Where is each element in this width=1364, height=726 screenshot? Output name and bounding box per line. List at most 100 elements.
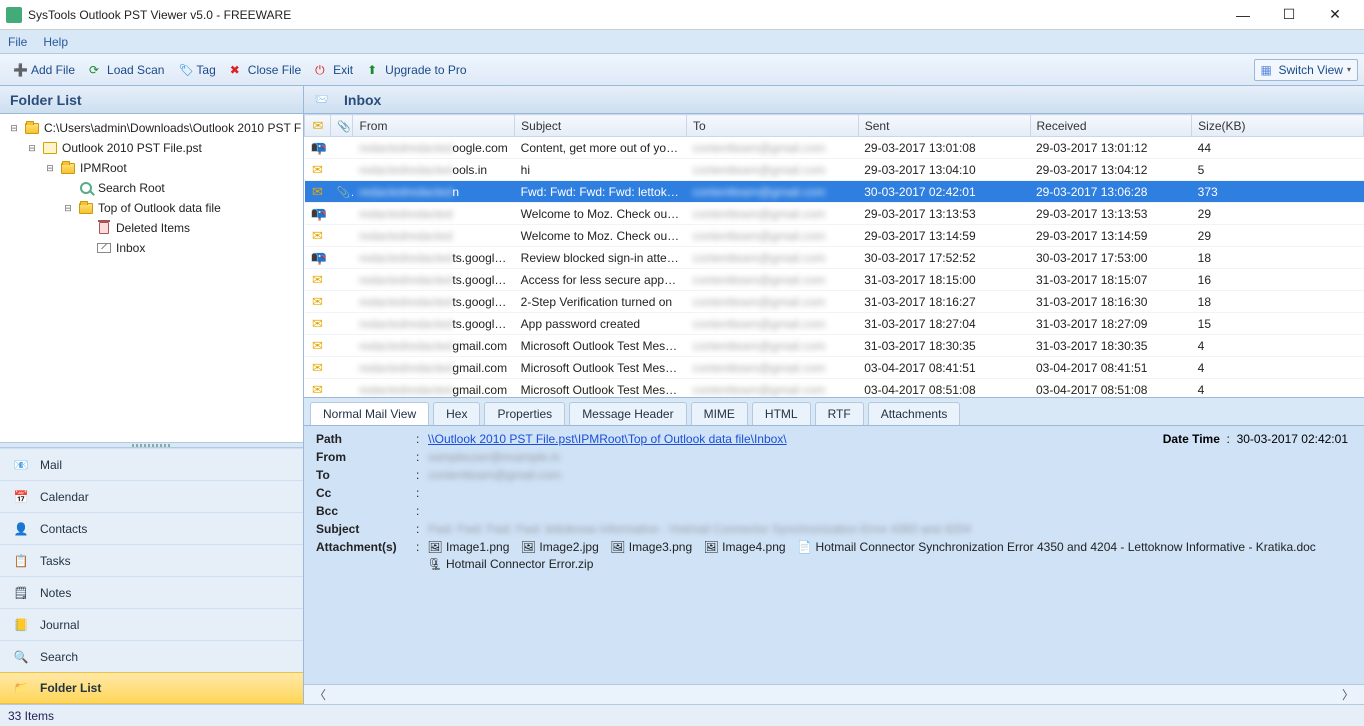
- img-icon: 🖼: [428, 540, 442, 554]
- tree-node[interactable]: ⊟Outlook 2010 PST File.pst: [0, 138, 303, 158]
- menu-help[interactable]: Help: [43, 35, 68, 49]
- cell-sent: 03-04-2017 08:51:08: [858, 379, 1030, 399]
- column-header[interactable]: From: [353, 115, 515, 137]
- upgrade-button[interactable]: ⬆ Upgrade to Pro: [360, 59, 473, 81]
- tree-node[interactable]: ⊟IPMRoot: [0, 158, 303, 178]
- tab-html[interactable]: HTML: [752, 402, 811, 425]
- path-link[interactable]: \\Outlook 2010 PST File.pst\IPMRoot\Top …: [428, 432, 787, 446]
- tree-node[interactable]: ⊟C:\Users\admin\Downloads\Outlook 2010 P…: [0, 118, 303, 138]
- mail-row[interactable]: ✉redactedredactedts.google.c...App passw…: [305, 313, 1364, 335]
- attachment-item[interactable]: 🖼Image1.png: [428, 540, 509, 554]
- load-scan-button[interactable]: ⟳ Load Scan: [82, 59, 171, 81]
- mail-row[interactable]: ✉redactedredactedts.google.c...Access fo…: [305, 269, 1364, 291]
- expand-icon[interactable]: ⊟: [44, 163, 56, 174]
- column-header[interactable]: 📎: [331, 115, 353, 137]
- horizontal-scrollbar[interactable]: 〈 〉: [304, 684, 1364, 704]
- tab-attachments[interactable]: Attachments: [868, 402, 961, 425]
- nav-label: Journal: [40, 618, 79, 632]
- mail-row[interactable]: 📭redactedredactedoogle.comContent, get m…: [305, 137, 1364, 159]
- nav-item-tasks[interactable]: 📋 Tasks: [0, 544, 303, 576]
- expand-icon[interactable]: ⊟: [62, 203, 74, 214]
- attachment-item[interactable]: 🖼Image4.png: [704, 540, 785, 554]
- column-header[interactable]: Received: [1030, 115, 1192, 137]
- cell-sent: 29-03-2017 13:14:59: [858, 225, 1030, 247]
- exit-button[interactable]: ⏻ Exit: [308, 59, 360, 81]
- close-file-button[interactable]: ✖ Close File: [223, 59, 308, 81]
- nav-separator[interactable]: [0, 442, 303, 448]
- tab-properties[interactable]: Properties: [484, 402, 565, 425]
- cell-size: 29: [1192, 203, 1364, 225]
- column-header[interactable]: To: [686, 115, 858, 137]
- left-panel: Folder List ⊟C:\Users\admin\Downloads\Ou…: [0, 86, 304, 704]
- mail-icon: ✉: [311, 338, 325, 354]
- cell-received: 29-03-2017 13:04:12: [1030, 159, 1192, 181]
- mail-row[interactable]: ✉redactedredactedgmail.comMicrosoft Outl…: [305, 357, 1364, 379]
- mail-row[interactable]: ✉redactedredactedWelcome to Moz. Check o…: [305, 225, 1364, 247]
- tab-mime[interactable]: MIME: [691, 402, 748, 425]
- attachment-item[interactable]: 🖼Image3.png: [611, 540, 692, 554]
- column-header[interactable]: Size(KB): [1192, 115, 1364, 137]
- expand-icon[interactable]: ⊟: [8, 123, 20, 134]
- to-value: contentteam@gmail.com: [428, 468, 1352, 482]
- column-header[interactable]: Sent: [858, 115, 1030, 137]
- tab-message-header[interactable]: Message Header: [569, 402, 686, 425]
- notes-icon: 🗒: [12, 585, 30, 601]
- cell-received: 29-03-2017 13:06:28: [1030, 181, 1192, 203]
- cell-to: contentteam@gmail.com: [686, 379, 858, 399]
- tree-node[interactable]: Deleted Items: [0, 218, 303, 238]
- tree-node[interactable]: ⊟Top of Outlook data file: [0, 198, 303, 218]
- maximize-button[interactable]: ☐: [1266, 0, 1312, 30]
- minimize-button[interactable]: —: [1220, 0, 1266, 30]
- mail-icon: ✉: [311, 294, 325, 310]
- attachment-item[interactable]: 📄Hotmail Connector Synchronization Error…: [798, 540, 1316, 554]
- nav-label: Tasks: [40, 554, 71, 568]
- nav-item-search[interactable]: 🔍Search: [0, 640, 303, 672]
- scroll-right-icon[interactable]: 〉: [1342, 686, 1354, 703]
- add-file-button[interactable]: ➕ Add File: [6, 59, 82, 81]
- mail-row[interactable]: ✉redactedredactedts.google.c...2-Step Ve…: [305, 291, 1364, 313]
- mail-grid[interactable]: ✉📎FromSubjectToSentReceivedSize(KB)📭reda…: [304, 114, 1364, 398]
- mail-row[interactable]: ✉redactedredactedgmail.comMicrosoft Outl…: [305, 335, 1364, 357]
- contacts-icon: 👤: [12, 521, 30, 537]
- cell-to: contentteam@gmail.com: [686, 203, 858, 225]
- nav-item-notes[interactable]: 🗒Notes: [0, 576, 303, 608]
- folder-tree[interactable]: ⊟C:\Users\admin\Downloads\Outlook 2010 P…: [0, 114, 303, 442]
- window-title: SysTools Outlook PST Viewer v5.0 - FREEW…: [28, 8, 1220, 22]
- expand-icon[interactable]: ⊟: [26, 143, 38, 154]
- attachment-item[interactable]: 🗜Hotmail Connector Error.zip: [428, 557, 593, 571]
- cell-subject: Welcome to Moz. Check out ...: [515, 225, 687, 247]
- tab-normal-mail-view[interactable]: Normal Mail View: [310, 402, 429, 425]
- mail-row[interactable]: 📭redactedredactedts.google.c...Review bl…: [305, 247, 1364, 269]
- cell-size: 44: [1192, 137, 1364, 159]
- scroll-left-icon[interactable]: 〈: [314, 686, 326, 703]
- switch-view-button[interactable]: ▦ Switch View ▾: [1254, 59, 1359, 81]
- attachment-item[interactable]: 🖼Image2.jpg: [521, 540, 598, 554]
- subject-label: Subject: [316, 522, 416, 536]
- cell-subject: Access for less secure apps h...: [515, 269, 687, 291]
- nav-item-contacts[interactable]: 👤Contacts: [0, 512, 303, 544]
- nav-item-journal[interactable]: 📒Journal: [0, 608, 303, 640]
- folder-icon: [24, 121, 40, 135]
- attachment-name: Hotmail Connector Error.zip: [446, 557, 593, 571]
- tab-hex[interactable]: Hex: [433, 402, 480, 425]
- tree-node[interactable]: Inbox: [0, 238, 303, 258]
- mail-row[interactable]: 📭redactedredactedWelcome to Moz. Check o…: [305, 203, 1364, 225]
- close-button[interactable]: ✕: [1312, 0, 1358, 30]
- detail-tabs: Normal Mail ViewHexPropertiesMessage Hea…: [304, 398, 1364, 426]
- status-item-count: 33 Items: [8, 709, 54, 723]
- nav-item-mail[interactable]: 📧Mail: [0, 448, 303, 480]
- cell-received: 31-03-2017 18:15:07: [1030, 269, 1192, 291]
- tree-node[interactable]: Search Root: [0, 178, 303, 198]
- nav-item-folder-list[interactable]: 📁Folder List: [0, 672, 303, 704]
- nav-item-calendar[interactable]: 📅Calendar: [0, 480, 303, 512]
- column-header[interactable]: Subject: [515, 115, 687, 137]
- tag-button[interactable]: 🏷 Tag: [171, 59, 222, 81]
- mail-row[interactable]: ✉📎redactedredactednFwd: Fwd: Fwd: Fwd: l…: [305, 181, 1364, 203]
- mail-row[interactable]: ✉redactedredactedgmail.comMicrosoft Outl…: [305, 379, 1364, 399]
- mail-row[interactable]: ✉redactedredactedools.inhicontentteam@gm…: [305, 159, 1364, 181]
- mail-icon: ✉: [311, 316, 325, 332]
- tab-rtf[interactable]: RTF: [815, 402, 864, 425]
- tasks-icon: 📋: [12, 553, 30, 569]
- column-header[interactable]: ✉: [305, 115, 331, 137]
- menu-file[interactable]: File: [8, 35, 27, 49]
